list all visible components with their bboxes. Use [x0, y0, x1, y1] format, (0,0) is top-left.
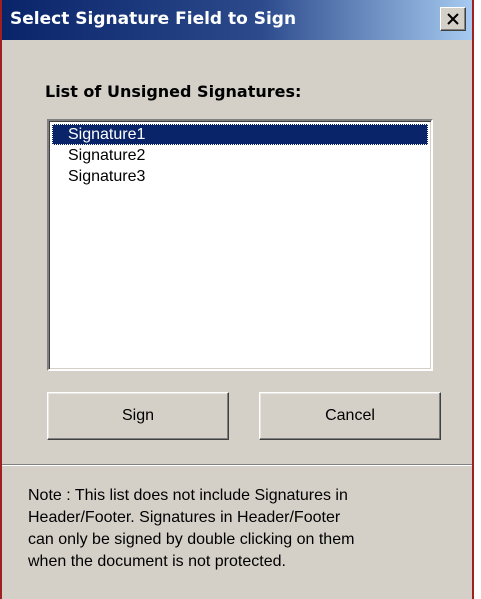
- list-label: List of Unsigned Signatures:: [45, 82, 302, 101]
- cancel-button[interactable]: Cancel: [259, 392, 441, 440]
- note-text: Note : This list does not include Signat…: [28, 485, 468, 573]
- signature-listbox[interactable]: Signature1 Signature2 Signature3: [47, 119, 433, 371]
- list-item-signature2[interactable]: Signature2: [52, 145, 428, 166]
- note-line: Header/Footer. Signatures in Header/Foot…: [28, 509, 341, 526]
- dialog-title: Select Signature Field to Sign: [10, 9, 297, 29]
- close-button[interactable]: [440, 7, 466, 31]
- sign-button[interactable]: Sign: [47, 392, 229, 440]
- note-line: Note : This list does not include Signat…: [28, 487, 348, 504]
- signature-dialog: Select Signature Field to Sign List of U…: [0, 0, 474, 599]
- divider: [2, 464, 472, 466]
- list-item-signature3[interactable]: Signature3: [52, 166, 428, 187]
- close-icon: [447, 13, 459, 25]
- note-line: when the document is not protected.: [28, 553, 286, 570]
- title-bar[interactable]: Select Signature Field to Sign: [2, 0, 472, 40]
- note-line: can only be signed by double clicking on…: [28, 531, 355, 548]
- list-item-signature1[interactable]: Signature1: [52, 124, 428, 145]
